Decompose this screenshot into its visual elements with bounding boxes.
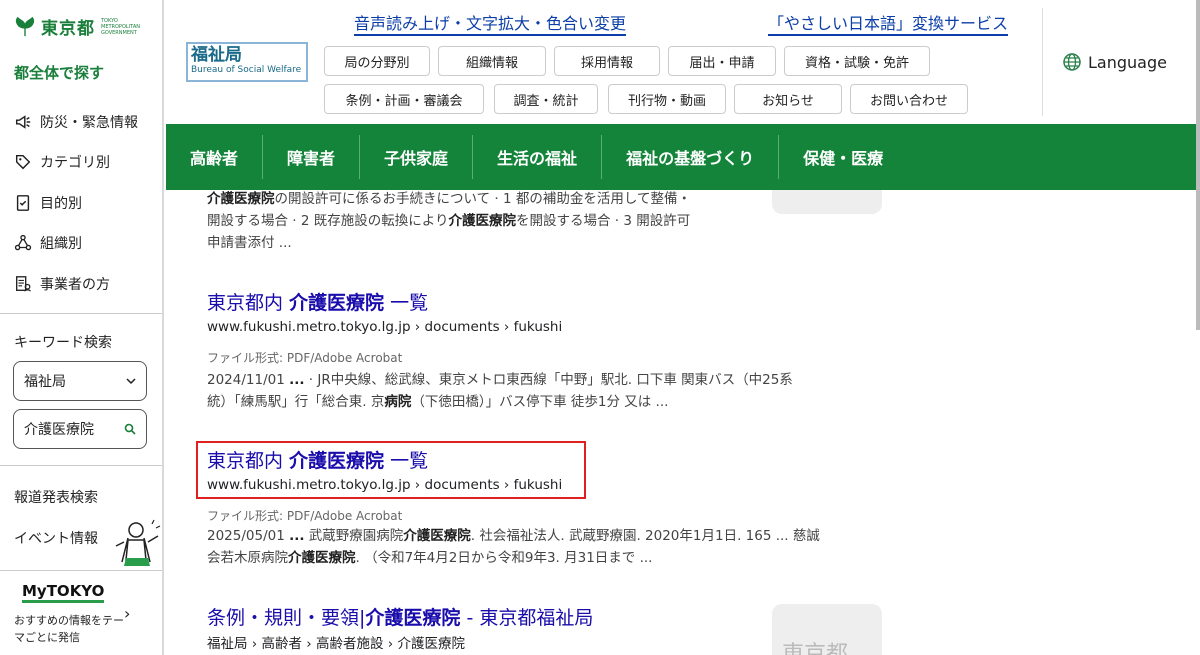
global-nav: 高齢者 障害者 子供家庭 生活の福祉 福祉の基盤づくり 保健・医療 xyxy=(166,124,1196,190)
bureau-logo-en: Bureau of Social Welfare xyxy=(191,65,302,75)
sidebar-item-disaster[interactable]: 防災・緊急情報 xyxy=(14,112,138,132)
event-illustration-icon xyxy=(115,519,161,566)
globe-icon xyxy=(1063,53,1081,71)
header-button-licenses[interactable]: 資格・試験・免許 xyxy=(784,46,930,76)
keyword-search-value: 介護医療院 xyxy=(24,422,94,438)
sidebar-divider xyxy=(0,313,162,314)
result-file-format: ファイル形式: PDF/Adobe Acrobat xyxy=(207,351,403,365)
event-info-link[interactable]: イベント情報 xyxy=(14,528,98,548)
bureau-logo[interactable]: 福祉局 Bureau of Social Welfare xyxy=(186,42,308,82)
highlight-box xyxy=(196,441,586,499)
bureau-select[interactable]: 福祉局 xyxy=(13,361,147,401)
gnav-item-elderly[interactable]: 高齢者 xyxy=(166,135,264,179)
search-results: 介護医療院の開設許可に係るお手続きについて · 1 都の補助金を活用して整備・ … xyxy=(166,190,1196,655)
sidebar-divider xyxy=(0,570,162,571)
sidebar-item-organization[interactable]: 組織別 xyxy=(14,233,82,253)
search-icon[interactable] xyxy=(124,423,136,435)
result-breadcrumb[interactable]: 福祉局 › 高齢者 › 高齢者施設 › 介護医療院 xyxy=(207,632,465,652)
checklist-icon xyxy=(16,195,30,211)
result-file-format: ファイル形式: PDF/Adobe Acrobat xyxy=(207,509,403,523)
gnav-item-livelihood[interactable]: 生活の福祉 xyxy=(473,135,603,179)
result-snippet: 2024/11/01 ... · JR中央線、総武線、東京メトロ東西線「中野」駅… xyxy=(207,372,793,410)
sidebar-divider xyxy=(0,465,162,466)
header-divider xyxy=(1042,8,1043,116)
result-title-link[interactable]: 条例・規則・要領|介護医療院 - 東京都福祉局 xyxy=(207,603,593,630)
bureau-logo-jp: 福祉局 xyxy=(191,45,242,65)
bureau-select-value: 福祉局 xyxy=(24,374,66,390)
keyword-search-input[interactable]: 介護医療院 xyxy=(13,409,147,449)
sidebar-item-purpose[interactable]: 目的別 xyxy=(14,193,82,213)
tokyo-logo[interactable]: 東京都 TOKYO METROPOLITAN GOVERNMENT xyxy=(14,14,141,39)
page-scrollbar[interactable] xyxy=(1196,0,1200,330)
thumbnail-text: 東京都 xyxy=(782,642,849,655)
header-button-publications[interactable]: 刊行物・動画 xyxy=(608,84,726,114)
header-button-field[interactable]: 局の分野別 xyxy=(324,46,430,76)
sidebar-item-label: 目的別 xyxy=(40,196,82,212)
sidebar-item-category[interactable]: カテゴリ別 xyxy=(14,152,110,172)
site-header: 福祉局 Bureau of Social Welfare 音声読み上げ・文字拡大… xyxy=(166,0,1200,124)
gnav-item-welfare-base[interactable]: 福祉の基盤づくり xyxy=(602,135,780,179)
logo-small-text: TOKYO METROPOLITAN GOVERNMENT xyxy=(101,17,140,36)
press-release-search-link[interactable]: 報道発表検索 xyxy=(14,487,98,507)
ginkgo-logo-icon xyxy=(15,16,35,36)
megaphone-icon xyxy=(15,115,31,129)
header-button-statistics[interactable]: 調査・統計 xyxy=(494,84,598,114)
language-label: Language xyxy=(1088,52,1167,72)
result-url[interactable]: www.fukushi.metro.tokyo.lg.jp › document… xyxy=(207,319,562,335)
mytokyo-description[interactable]: おすすめの情報をテーマごとに発信 xyxy=(14,612,124,646)
result-title-link[interactable]: 東京都内 介護医療院 一覧 xyxy=(207,288,428,315)
chevron-right-icon[interactable]: › xyxy=(124,604,130,623)
result-snippet: 介護医療院の開設許可に係るお手続きについて · 1 都の補助金を活用して整備・ … xyxy=(207,191,691,251)
header-button-applications[interactable]: 届出・申請 xyxy=(668,46,776,76)
gnav-item-children[interactable]: 子供家庭 xyxy=(360,135,474,179)
keyword-search-label: キーワード検索 xyxy=(14,335,112,351)
sidebar-item-label: 事業者の方 xyxy=(40,277,110,293)
sidebar-item-label: 組織別 xyxy=(40,236,82,252)
sidebar-item-label: 防災・緊急情報 xyxy=(40,115,138,131)
result-snippet: 2025/05/01 ... 武蔵野療園病院介護医療院. 社会福祉法人. 武蔵野… xyxy=(207,528,820,566)
header-button-recruitment[interactable]: 採用情報 xyxy=(554,46,660,76)
easy-japanese-link[interactable]: 「やさしい日本語」変換サービス xyxy=(768,14,1009,36)
sidebar-item-business[interactable]: 事業者の方 xyxy=(14,274,110,294)
org-chart-icon xyxy=(14,234,32,251)
language-button[interactable]: Language xyxy=(1062,52,1167,72)
header-button-org-info[interactable]: 組織情報 xyxy=(438,46,546,76)
header-button-contact[interactable]: お問い合わせ xyxy=(850,84,968,114)
sidebar-item-label: カテゴリ別 xyxy=(40,155,110,171)
logo-text: 東京都 xyxy=(41,19,95,39)
mytokyo-logo[interactable]: MyTOKYO xyxy=(22,582,105,603)
gnav-item-health[interactable]: 保健・医療 xyxy=(779,135,907,179)
result-thumbnail[interactable] xyxy=(772,190,882,214)
header-button-ordinances[interactable]: 条例・計画・審議会 xyxy=(324,84,484,114)
chevron-down-icon xyxy=(126,378,136,385)
header-button-news[interactable]: お知らせ xyxy=(734,84,842,114)
result-thumbnail[interactable]: 東京都 xyxy=(772,604,882,655)
business-doc-icon xyxy=(16,276,31,292)
sidebar: 東京都 TOKYO METROPOLITAN GOVERNMENT 都全体で探す… xyxy=(0,0,164,655)
search-all-heading: 都全体で探す xyxy=(14,64,105,82)
tag-icon xyxy=(15,154,31,170)
gnav-item-disabled[interactable]: 障害者 xyxy=(263,135,361,179)
accessibility-link[interactable]: 音声読み上げ・文字拡大・色合い変更 xyxy=(354,14,627,36)
